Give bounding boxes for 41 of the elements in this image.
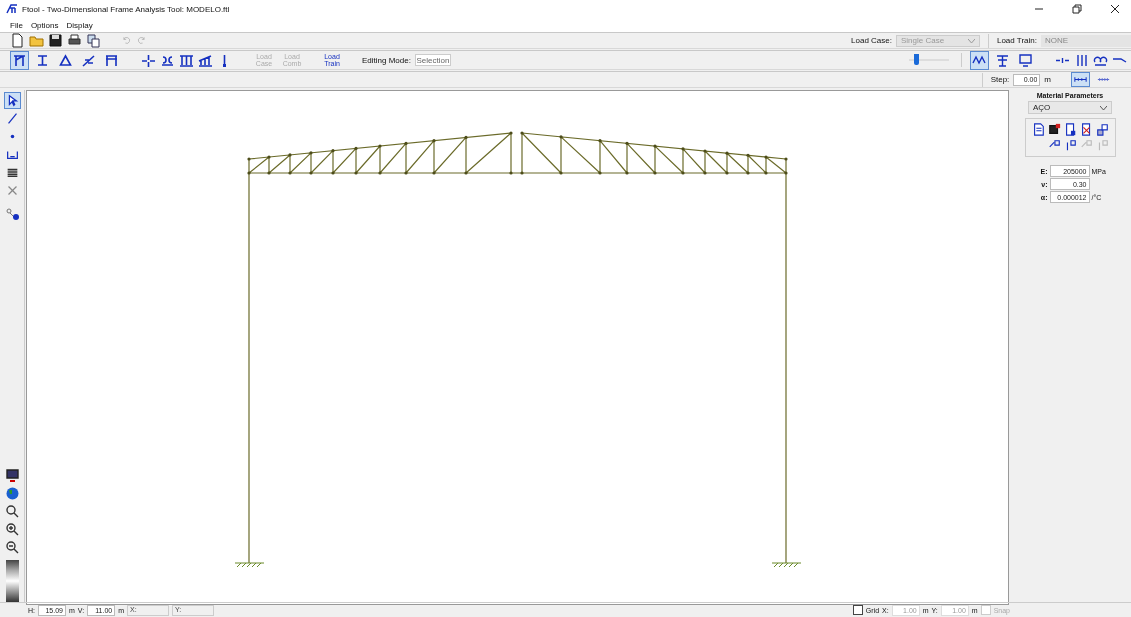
zoom-in-icon[interactable] (3, 521, 21, 538)
save-icon[interactable] (1047, 123, 1061, 136)
diagram-icon[interactable] (970, 50, 989, 70)
search-icon[interactable] (3, 503, 21, 520)
load-case-label: Load Case: (851, 36, 892, 45)
restore-icon[interactable] (1072, 4, 1082, 14)
document-icon[interactable] (1031, 123, 1045, 136)
editing-mode-field: Selection (414, 54, 451, 66)
distributed-load-icon[interactable] (179, 52, 194, 68)
load-train-label: Load Train: (996, 36, 1037, 45)
editing-mode-label: Editing Mode: (362, 55, 411, 65)
close-icon[interactable] (1110, 4, 1120, 14)
pointer-icon[interactable] (3, 92, 21, 109)
menu-item[interactable]: File (10, 20, 23, 30)
unit-label: m (1044, 75, 1051, 84)
delete-icon[interactable] (1079, 123, 1093, 136)
menu-item[interactable]: Options (30, 20, 59, 30)
print-icon[interactable] (67, 33, 82, 48)
globe-icon[interactable] (3, 485, 21, 502)
zoom-slider[interactable] (909, 53, 949, 67)
caret-icon (1100, 105, 1107, 110)
color-scale (5, 560, 19, 602)
menu-item[interactable]: Display (66, 20, 93, 30)
material-dropdown[interactable]: AÇO (1028, 101, 1112, 114)
linear-load-icon[interactable] (198, 52, 213, 68)
material-icon[interactable] (1095, 123, 1109, 136)
shear-icon[interactable] (1074, 52, 1089, 68)
document-icon[interactable] (1063, 123, 1077, 136)
nodal-load-icon[interactable] (141, 52, 156, 68)
display-icon[interactable] (3, 467, 21, 484)
zoom-out-icon[interactable] (3, 539, 21, 556)
caret-icon (967, 38, 975, 43)
dimension-icon[interactable] (1071, 72, 1090, 87)
node-tool-icon[interactable] (3, 206, 21, 223)
frame-icon[interactable] (10, 50, 29, 70)
step-label: Step: (990, 75, 1010, 84)
grid-checkbox[interactable] (852, 605, 863, 615)
slider-thumb[interactable] (913, 54, 919, 65)
app-logo-icon (6, 4, 18, 14)
window-title: Ftool - Two-Dimensional Frame Analysis Tool: MODELO.ftl (22, 4, 230, 14)
save-icon[interactable] (48, 33, 63, 48)
